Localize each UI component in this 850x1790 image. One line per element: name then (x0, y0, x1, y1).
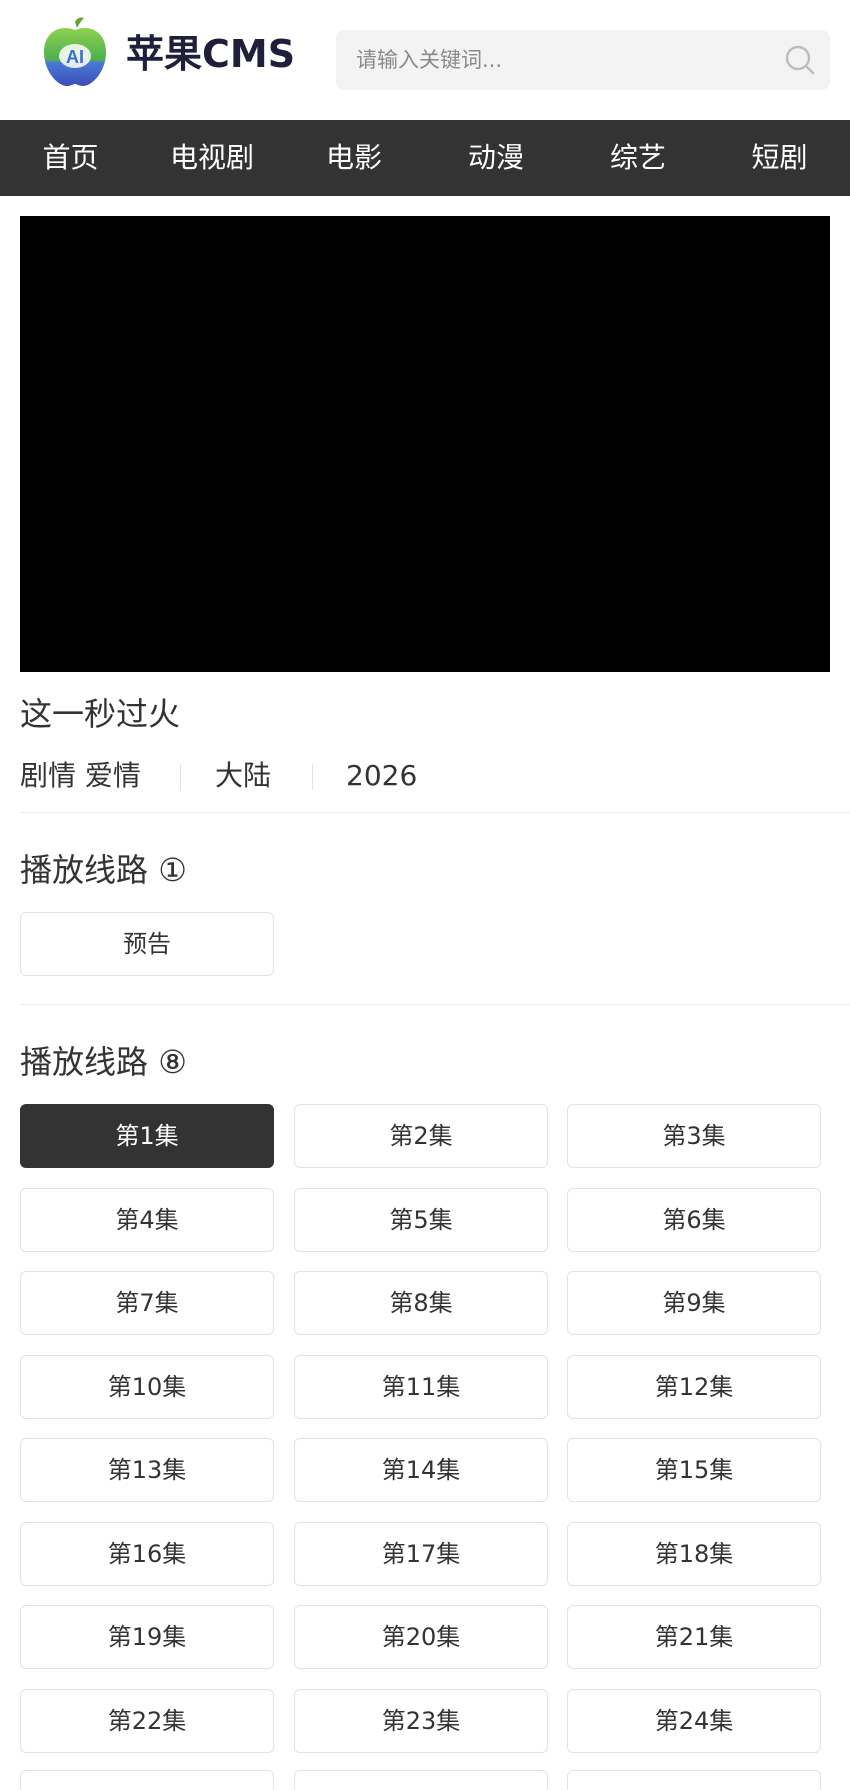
video-genre: 剧情 爱情 (20, 759, 141, 792)
nav-item-tv[interactable]: 电视剧 (141, 120, 283, 196)
episode-button[interactable]: 第3集 (567, 1104, 821, 1168)
video-region: 大陆 (215, 759, 272, 792)
search-icon[interactable] (784, 44, 816, 76)
source-title: 播放线路 ① (20, 848, 187, 892)
nav-item-home[interactable]: 首页 (0, 120, 141, 196)
divider (20, 812, 850, 813)
video-year: 2026 (346, 759, 418, 792)
episode-button-partial[interactable] (567, 1770, 821, 1790)
episode-button[interactable]: 第21集 (567, 1605, 821, 1669)
episode-button[interactable]: 第23集 (294, 1688, 548, 1753)
episode-button-partial[interactable] (294, 1770, 548, 1790)
episode-button[interactable]: 第24集 (567, 1688, 821, 1753)
episode-button[interactable]: 第8集 (294, 1271, 548, 1335)
nav-item-short[interactable]: 短剧 (709, 120, 850, 196)
episode-button[interactable]: 第1集 (20, 1104, 274, 1168)
episode-button[interactable]: 第10集 (20, 1354, 274, 1419)
main-nav: 首页 电视剧 电影 动漫 综艺 短剧 (0, 120, 850, 196)
meta-separator (180, 764, 181, 790)
episode-button[interactable]: 第11集 (294, 1354, 548, 1419)
episode-button[interactable]: 第18集 (567, 1521, 821, 1586)
search-input[interactable] (356, 30, 756, 90)
episode-button[interactable]: 第6集 (567, 1187, 821, 1252)
episode-button[interactable]: 第14集 (294, 1438, 548, 1502)
site-brand[interactable]: 苹果CMS (126, 30, 295, 78)
episode-button-partial[interactable] (20, 1770, 274, 1790)
episode-button[interactable]: 第22集 (20, 1688, 274, 1753)
episode-button[interactable]: 第5集 (294, 1187, 548, 1252)
source-index: ⑧ (158, 1043, 187, 1081)
source-label: 播放线路 (20, 851, 149, 889)
source-label: 播放线路 (20, 1043, 149, 1081)
episode-button[interactable]: 第2集 (294, 1104, 548, 1168)
site-header: AI 苹果CMS (0, 0, 850, 120)
apple-logo-icon[interactable]: AI (40, 16, 110, 88)
video-player[interactable] (20, 216, 830, 672)
divider (20, 1004, 850, 1005)
meta-separator (312, 764, 313, 790)
source-index: ① (158, 851, 187, 889)
nav-item-movie[interactable]: 电影 (283, 120, 425, 196)
episode-button[interactable]: 第9集 (567, 1271, 821, 1335)
search-box (336, 30, 830, 90)
episode-button[interactable]: 第16集 (20, 1521, 274, 1586)
episode-button[interactable]: 第12集 (567, 1354, 821, 1419)
episode-button[interactable]: 第15集 (567, 1438, 821, 1502)
episode-button[interactable]: 第19集 (20, 1605, 274, 1669)
video-title: 这一秒过火 (20, 695, 181, 733)
source-title: 播放线路 ⑧ (20, 1040, 187, 1084)
episode-button[interactable]: 预告 (20, 912, 274, 976)
nav-item-variety[interactable]: 综艺 (567, 120, 709, 196)
episode-button[interactable]: 第20集 (294, 1605, 548, 1669)
episode-button[interactable]: 第4集 (20, 1187, 274, 1252)
episode-button[interactable]: 第17集 (294, 1521, 548, 1586)
nav-item-anime[interactable]: 动漫 (425, 120, 567, 196)
svg-text:AI: AI (66, 47, 84, 67)
episode-button[interactable]: 第13集 (20, 1438, 274, 1502)
episode-button[interactable]: 第7集 (20, 1271, 274, 1335)
